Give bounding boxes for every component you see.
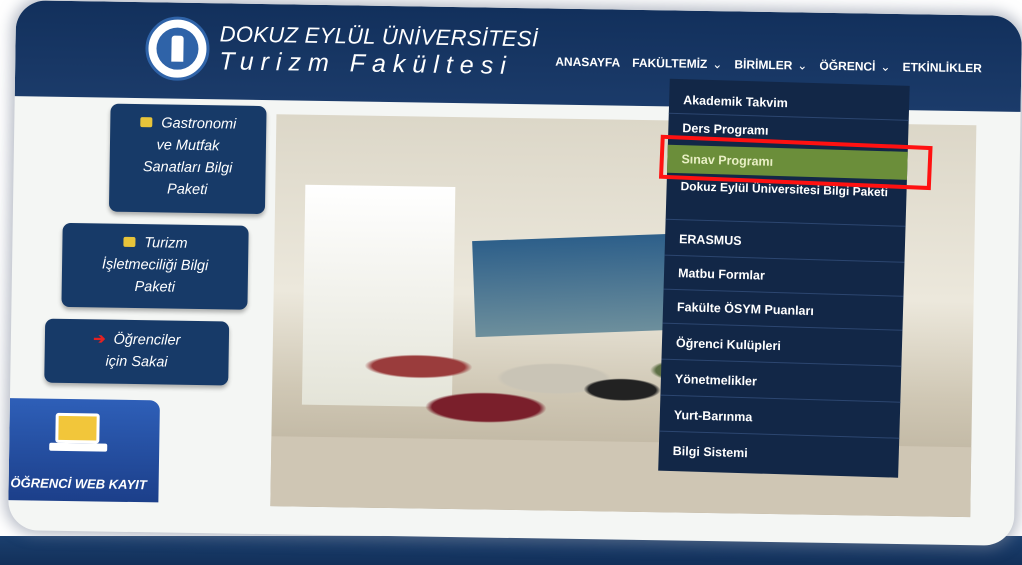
chevron-down-icon: ⌄ bbox=[880, 59, 891, 74]
book-icon bbox=[140, 117, 153, 128]
main-nav: ANASAYFA FAKÜLTEMİZ ⌄ BİRİMLER ⌄ ÖĞRENCİ ⌄ … bbox=[555, 55, 982, 76]
button-label: Öğrenciler bbox=[113, 331, 181, 349]
nav-item-etkinlikler[interactable]: ETKİNLİKLER bbox=[902, 60, 982, 75]
nav-item-birimler[interactable]: BİRİMLER ⌄ bbox=[734, 57, 807, 72]
menu-item-bilgi-sistemi[interactable]: Bilgi Sistemi bbox=[658, 439, 899, 470]
nav-label: ETKİNLİKLER bbox=[902, 60, 982, 76]
button-line: ve Mutfak bbox=[156, 137, 220, 155]
logo-emblem bbox=[156, 27, 199, 70]
button-line: Turizm bbox=[62, 231, 248, 256]
chevron-down-icon: ⌄ bbox=[712, 57, 723, 72]
button-label: Gastronomi bbox=[161, 115, 237, 133]
web-kayit-label: ÖĞRENCİ WEB KAYIT bbox=[10, 475, 147, 493]
menu-item-matbu-formlar[interactable]: Matbu Formlar bbox=[664, 261, 905, 292]
button-line: Paketi bbox=[166, 181, 208, 199]
nav-item-ogrenci[interactable]: ÖĞRENCİ ⌄ bbox=[819, 59, 890, 74]
student-web-registration-banner[interactable]: ÖĞRENCİ WEB KAYIT bbox=[8, 398, 160, 503]
nav-label: ÖĞRENCİ bbox=[819, 58, 876, 74]
nav-label: FAKÜLTEMİZ bbox=[632, 55, 708, 71]
nav-item-anasayfa[interactable]: ANASAYFA bbox=[555, 55, 620, 70]
menu-item-erasmus[interactable]: ERASMUS bbox=[665, 227, 906, 258]
faculty-name: Turizm Fakültesi bbox=[219, 47, 513, 80]
button-line: Paketi bbox=[134, 279, 176, 296]
gastronomi-info-package-button[interactable]: Gastronomi ve Mutfak Sanatları Bilgi Pak… bbox=[108, 103, 267, 215]
button-line: İşletmeciliği Bilgi bbox=[101, 256, 209, 275]
button-line: ➔ Öğrenciler bbox=[45, 328, 229, 353]
laptop-screen bbox=[55, 412, 100, 444]
laptop-icon bbox=[49, 412, 108, 458]
button-line: Gastronomi bbox=[110, 112, 266, 136]
button-line: Sanatları Bilgi bbox=[142, 159, 233, 177]
sakai-button[interactable]: ➔ Öğrenciler için Sakai bbox=[44, 318, 230, 386]
university-logo-icon[interactable] bbox=[144, 16, 210, 82]
arrow-right-icon: ➔ bbox=[93, 331, 106, 348]
turizm-info-package-button[interactable]: Turizm İşletmeciliği Bilgi Paketi bbox=[61, 222, 249, 310]
browser-screenshot-frame: DOKUZ EYLÜL ÜNİVERSİTESİ Turizm Fakültes… bbox=[7, 0, 1022, 546]
menu-item-yonetmelikler[interactable]: Yönetmelikler bbox=[661, 367, 902, 398]
menu-item-ogrenci-kulupleri[interactable]: Öğrenci Kulüpleri bbox=[662, 331, 903, 362]
nav-label: BİRİMLER bbox=[734, 57, 793, 73]
nav-label: ANASAYFA bbox=[555, 54, 621, 70]
button-line: için Sakai bbox=[105, 353, 168, 371]
book-icon bbox=[123, 236, 136, 248]
nav-item-fakultemiz[interactable]: FAKÜLTEMİZ ⌄ bbox=[632, 56, 722, 71]
menu-item-osym-puanlari[interactable]: Fakülte ÖSYM Puanları bbox=[663, 295, 904, 326]
chevron-down-icon: ⌄ bbox=[797, 58, 808, 73]
button-label: Turizm bbox=[144, 235, 188, 252]
menu-item-yurt-barinma[interactable]: Yurt-Barınma bbox=[659, 403, 900, 434]
laptop-base bbox=[49, 442, 108, 452]
